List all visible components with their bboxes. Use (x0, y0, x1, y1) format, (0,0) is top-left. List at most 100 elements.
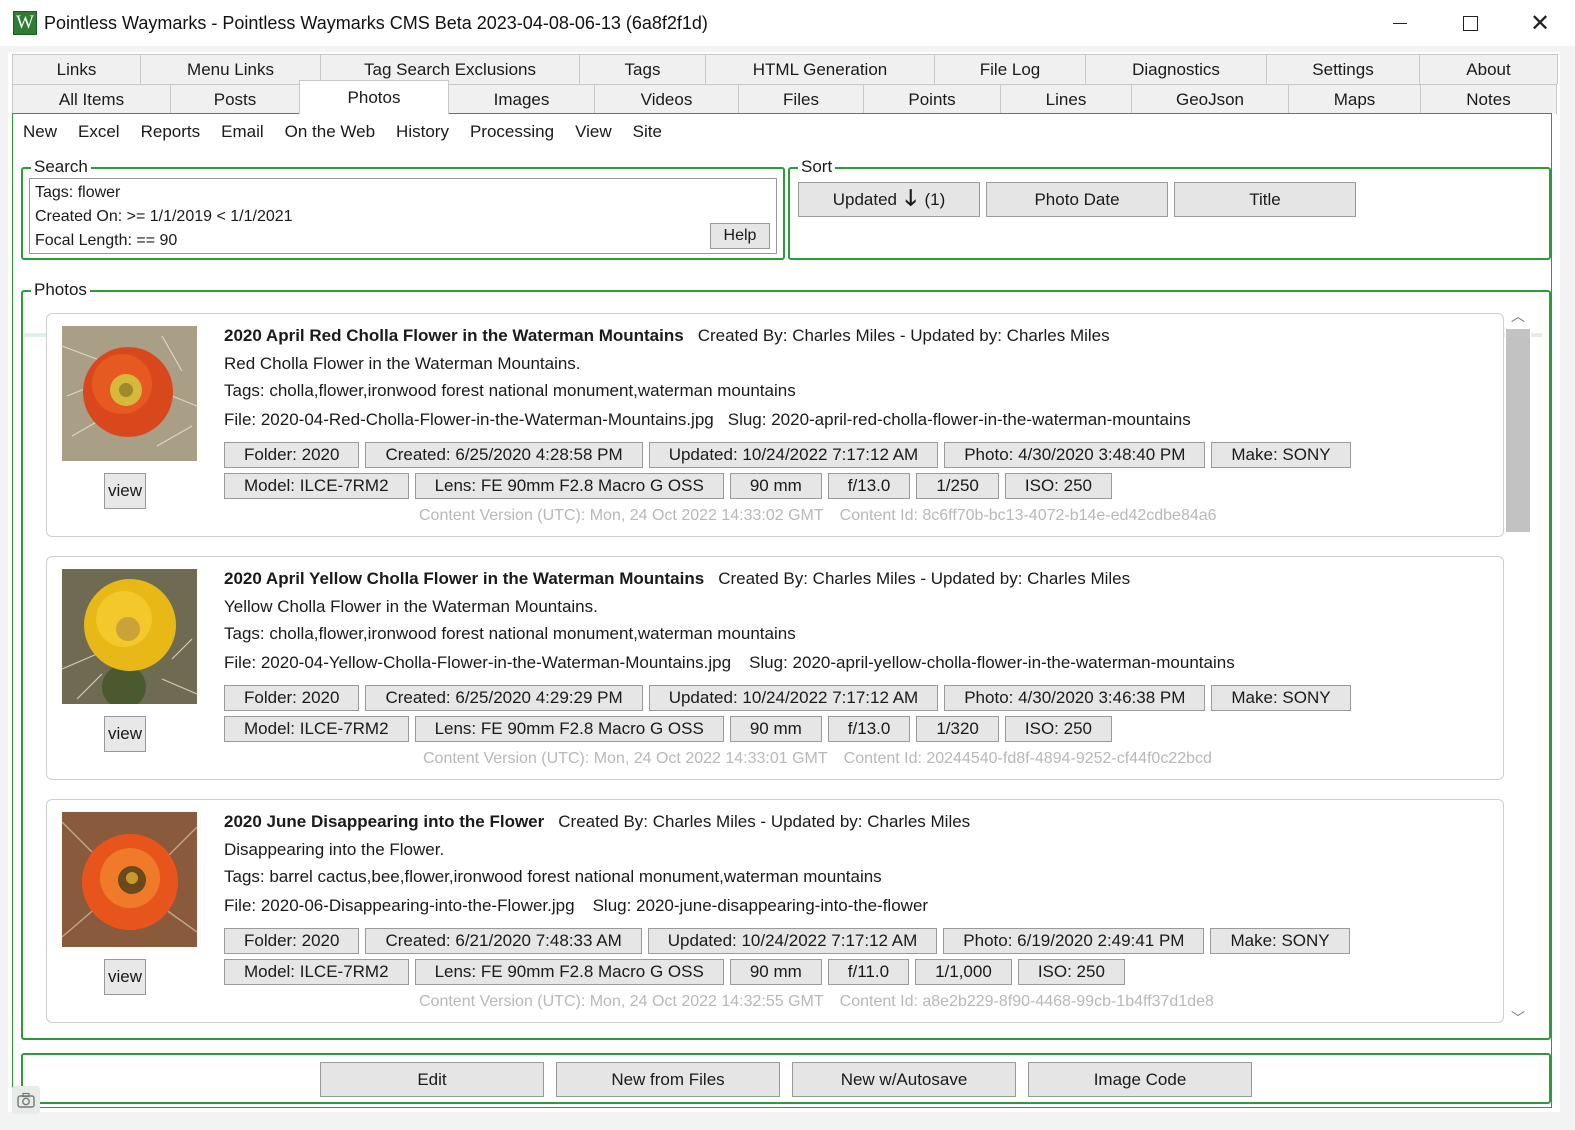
folder-chip[interactable]: Folder: 2020 (224, 685, 360, 711)
model-chip[interactable]: Model: ILCE-7RM2 (224, 959, 409, 985)
tab-videos[interactable]: Videos (594, 84, 739, 114)
focal-length-chip[interactable]: 90 mm (729, 716, 822, 742)
tab-images[interactable]: Images (448, 84, 595, 114)
sort-title-button[interactable]: Title (1174, 182, 1356, 217)
tab-tags[interactable]: Tags (579, 54, 706, 84)
menu-reports[interactable]: Reports (141, 122, 201, 142)
image-code-button[interactable]: Image Code (1028, 1062, 1252, 1097)
photo-created-by: Created By: Charles Miles - Updated by: … (558, 812, 971, 831)
close-button[interactable]: ✕ (1505, 0, 1575, 46)
sort-photo-date-button[interactable]: Photo Date (986, 182, 1168, 217)
model-chip[interactable]: Model: ILCE-7RM2 (224, 716, 409, 742)
app-logo-icon: W (13, 11, 37, 35)
menu-on-the-web[interactable]: On the Web (285, 122, 375, 142)
new-from-files-button[interactable]: New from Files (556, 1062, 780, 1097)
tab-files[interactable]: Files (738, 84, 864, 114)
maximize-button[interactable] (1435, 0, 1505, 46)
menu-email[interactable]: Email (221, 122, 264, 142)
lens-chip[interactable]: Lens: FE 90mm F2.8 Macro G OSS (414, 959, 724, 985)
tab-maps[interactable]: Maps (1288, 84, 1421, 114)
tab-all-items[interactable]: All Items (12, 84, 171, 114)
folder-chip[interactable]: Folder: 2020 (224, 442, 360, 468)
lens-chip[interactable]: Lens: FE 90mm F2.8 Macro G OSS (414, 716, 724, 742)
menu-history[interactable]: History (396, 122, 449, 142)
folder-chip[interactable]: Folder: 2020 (224, 928, 360, 954)
updated-chip[interactable]: Updated: 10/24/2022 7:17:12 AM (648, 442, 939, 468)
photo-summary: Disappearing into the Flower. (224, 840, 445, 859)
tab-menu-links[interactable]: Menu Links (140, 54, 321, 84)
photo-date-chip[interactable]: Photo: 4/30/2020 3:48:40 PM (944, 442, 1206, 468)
photo-list-item[interactable]: view 2020 April Yellow Cholla Flower in … (46, 556, 1504, 780)
tab-file-log[interactable]: File Log (934, 54, 1086, 84)
tab-photos[interactable]: Photos (299, 80, 449, 114)
content-id: Content Id: 20244540-fd8f-4894-9252-cf44… (843, 750, 1212, 767)
tab-links[interactable]: Links (12, 54, 141, 84)
tab-settings[interactable]: Settings (1266, 54, 1420, 84)
camera-icon[interactable] (12, 1086, 40, 1114)
menu-excel[interactable]: Excel (78, 122, 120, 142)
scroll-thumb[interactable] (1506, 329, 1530, 532)
make-chip[interactable]: Make: SONY (1211, 442, 1351, 468)
photo-title[interactable]: 2020 June Disappearing into the Flower (224, 812, 544, 831)
search-help-button[interactable]: Help (710, 223, 770, 249)
tab-lines[interactable]: Lines (1000, 84, 1132, 114)
tab-geojson[interactable]: GeoJson (1131, 84, 1289, 114)
photo-date-chip[interactable]: Photo: 6/19/2020 2:49:41 PM (943, 928, 1205, 954)
shutter-speed-chip[interactable]: 1/1,000 (915, 959, 1012, 985)
shutter-speed-chip[interactable]: 1/250 (916, 473, 999, 499)
sort-updated-count: (1) (924, 189, 946, 209)
photo-title[interactable]: 2020 April Yellow Cholla Flower in the W… (224, 569, 704, 588)
sort-updated-button[interactable]: Updated 🡓 (1) (798, 182, 980, 217)
aperture-chip[interactable]: f/13.0 (827, 473, 911, 499)
photo-file-line: File: 2020-04-Red-Cholla-Flower-in-the-W… (224, 410, 1191, 430)
minimize-button[interactable] (1365, 0, 1435, 46)
search-input[interactable]: Tags: flower Created On: >= 1/1/2019 < 1… (29, 178, 777, 254)
photo-date-chip[interactable]: Photo: 4/30/2020 3:46:38 PM (944, 685, 1206, 711)
focal-length-chip[interactable]: 90 mm (729, 473, 822, 499)
updated-chip[interactable]: Updated: 10/24/2022 7:17:12 AM (648, 685, 939, 711)
lens-chip[interactable]: Lens: FE 90mm F2.8 Macro G OSS (414, 473, 724, 499)
make-chip[interactable]: Make: SONY (1211, 685, 1351, 711)
menu-bar: New Excel Reports Email On the Web Histo… (13, 114, 683, 150)
view-button[interactable]: view (104, 716, 146, 752)
created-chip[interactable]: Created: 6/25/2020 4:28:58 PM (365, 442, 643, 468)
scroll-down-icon[interactable]: ﹀ (1505, 1006, 1531, 1030)
tab-about[interactable]: About (1419, 54, 1558, 84)
photo-header-line: 2020 June Disappearing into the Flower Cr… (224, 812, 970, 832)
created-chip[interactable]: Created: 6/25/2020 4:29:29 PM (365, 685, 643, 711)
search-line-2: Created On: >= 1/1/2019 < 1/1/2021 (35, 208, 293, 225)
iso-chip[interactable]: ISO: 250 (1004, 716, 1112, 742)
focal-length-chip[interactable]: 90 mm (729, 959, 822, 985)
photo-header-line: 2020 April Yellow Cholla Flower in the W… (224, 569, 1130, 589)
shutter-speed-chip[interactable]: 1/320 (916, 716, 999, 742)
photo-list-item[interactable]: view 2020 April Red Cholla Flower in the… (46, 313, 1504, 537)
aperture-chip[interactable]: f/13.0 (827, 716, 911, 742)
menu-processing[interactable]: Processing (470, 122, 554, 142)
make-chip[interactable]: Make: SONY (1210, 928, 1350, 954)
model-chip[interactable]: Model: ILCE-7RM2 (224, 473, 409, 499)
updated-chip[interactable]: Updated: 10/24/2022 7:17:12 AM (647, 928, 938, 954)
created-chip[interactable]: Created: 6/21/2020 7:48:33 AM (365, 928, 642, 954)
view-button[interactable]: view (104, 473, 146, 509)
content-id: Content Id: a8e2b229-8f90-4468-99cb-1b4f… (839, 993, 1214, 1010)
edit-button[interactable]: Edit (320, 1062, 544, 1097)
aperture-chip[interactable]: f/11.0 (827, 959, 910, 985)
tab-notes[interactable]: Notes (1420, 84, 1557, 114)
tab-posts[interactable]: Posts (170, 84, 300, 114)
photo-thumbnail (62, 326, 197, 461)
scroll-up-icon[interactable]: ︿ (1505, 304, 1531, 328)
view-button[interactable]: view (104, 959, 146, 995)
tab-points[interactable]: Points (863, 84, 1001, 114)
tab-diagnostics[interactable]: Diagnostics (1085, 54, 1267, 84)
photos-scrollbar[interactable]: ︿ ﹀ (1505, 304, 1531, 1030)
new-autosave-button[interactable]: New w/Autosave (792, 1062, 1016, 1097)
iso-chip[interactable]: ISO: 250 (1004, 473, 1112, 499)
photo-title[interactable]: 2020 April Red Cholla Flower in the Wate… (224, 326, 684, 345)
photo-list-item[interactable]: view 2020 June Disappearing into the Flo… (46, 799, 1504, 1023)
menu-view[interactable]: View (575, 122, 612, 142)
bottom-action-bar: Edit New from Files New w/Autosave Image… (21, 1053, 1551, 1104)
iso-chip[interactable]: ISO: 250 (1017, 959, 1125, 985)
tab-html-generation[interactable]: HTML Generation (705, 54, 935, 84)
menu-new[interactable]: New (23, 122, 57, 142)
menu-site[interactable]: Site (633, 122, 662, 142)
